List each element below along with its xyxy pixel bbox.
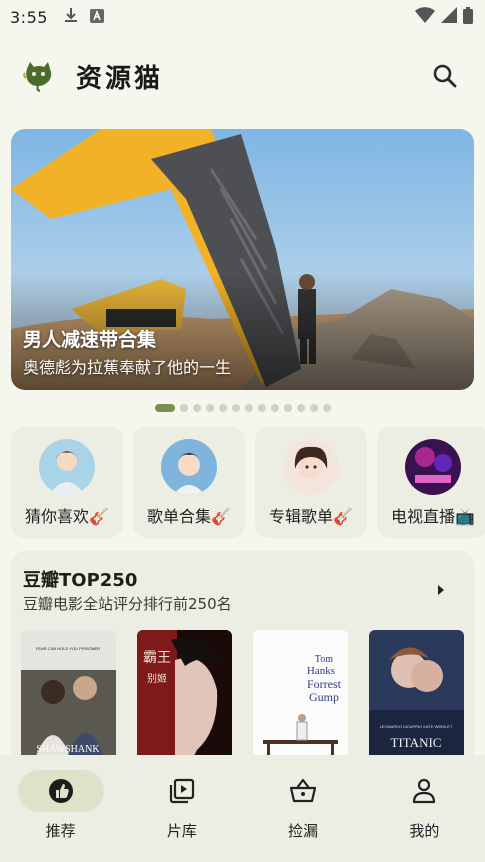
- poster-row: FEAR CAN HOLD YOU PRISONER SHAWSHANK RED…: [21, 630, 464, 770]
- status-time: 3:55: [10, 7, 48, 27]
- category-label: 歌单合集🎸: [147, 507, 231, 526]
- section-title: 豆瓣TOP250: [23, 570, 138, 591]
- category-label: 猜你喜欢🎸: [25, 507, 109, 526]
- nav-pill: [381, 770, 467, 812]
- douban-top250-section: 豆瓣TOP250 豆瓣电影全站评分排行前250名 FEAR CAN HOLD Y…: [11, 551, 474, 781]
- nav-label: 捡漏: [288, 822, 319, 840]
- nav-pill: [260, 770, 346, 812]
- nav-recommend[interactable]: 推荐: [0, 755, 121, 862]
- poster-subtitle: Gump: [309, 690, 339, 704]
- poster-title: SHAWSHANK: [36, 744, 100, 755]
- carousel-indicator: [0, 404, 485, 412]
- category-album-playlists[interactable]: 专辑歌单🎸: [255, 426, 367, 538]
- battery-icon: [463, 6, 473, 28]
- carousel-dot[interactable]: [309, 404, 318, 412]
- banner-subtitle: 奥德彪为拉蕉奉献了他的一生: [23, 358, 232, 377]
- app-header: 资源猫: [0, 50, 485, 102]
- nav-pill: [139, 770, 225, 812]
- avatar: [161, 439, 217, 495]
- carousel-dot[interactable]: [192, 404, 201, 412]
- basket-icon: [290, 778, 317, 803]
- poster-title: Forrest: [307, 677, 342, 691]
- download-icon: [64, 7, 78, 27]
- carousel-dot[interactable]: [218, 404, 227, 412]
- poster-actors: LEONARDO DiCAPRIO KATE WINSLET: [380, 724, 453, 729]
- poster-title: 霸王: [143, 650, 171, 666]
- search-button[interactable]: [427, 58, 463, 94]
- carousel-dot[interactable]: [257, 404, 266, 412]
- nav-pill: [17, 770, 104, 812]
- section-more-button[interactable]: [436, 581, 446, 600]
- nav-label: 片库: [166, 822, 197, 840]
- nav-label: 推荐: [45, 822, 76, 840]
- category-label: 专辑歌单🎸: [269, 507, 353, 526]
- nav-bargains[interactable]: 捡漏: [243, 755, 364, 862]
- category-guess-you-like[interactable]: 猜你喜欢🎸: [11, 426, 123, 538]
- poster-actor-last: Hanks: [307, 665, 335, 677]
- wifi-icon: [415, 7, 435, 27]
- person-icon: [413, 778, 436, 804]
- nav-library[interactable]: 片库: [121, 755, 242, 862]
- poster-tagline: FEAR CAN HOLD YOU PRISONER: [36, 646, 100, 651]
- poster-farewell-my-concubine[interactable]: 霸王 别姬: [137, 630, 232, 770]
- category-playlists[interactable]: 歌单合集🎸: [133, 426, 245, 538]
- banner-title: 男人减速带合集: [23, 329, 157, 351]
- font-icon: [89, 8, 104, 27]
- carousel-dot[interactable]: [205, 404, 214, 412]
- poster-subtitle: 别姬: [147, 672, 167, 685]
- carousel-dot-active[interactable]: [154, 404, 175, 412]
- carousel-dot[interactable]: [296, 404, 305, 412]
- nav-label: 我的: [409, 822, 440, 840]
- avatar: [283, 439, 339, 495]
- banner-carousel[interactable]: 男人减速带合集 奥德彪为拉蕉奉献了他的一生: [11, 129, 474, 390]
- avatar: [405, 439, 461, 495]
- video-library-icon: [169, 778, 194, 804]
- arrow-right-icon: [438, 585, 444, 595]
- carousel-dot[interactable]: [270, 404, 279, 412]
- cat-logo-icon: [22, 59, 56, 93]
- thumb-up-icon: [48, 779, 73, 803]
- signal-icon: [441, 7, 457, 27]
- category-tv-live[interactable]: 电视直播📺: [377, 426, 485, 538]
- poster-shawshank[interactable]: FEAR CAN HOLD YOU PRISONER SHAWSHANK RED…: [21, 630, 116, 770]
- poster-forrest-gump[interactable]: Tom Hanks Forrest Gump: [253, 630, 348, 770]
- carousel-dot[interactable]: [231, 404, 240, 412]
- poster-titanic[interactable]: LEONARDO DiCAPRIO KATE WINSLET TITANIC: [369, 630, 464, 770]
- search-icon: [433, 64, 457, 88]
- category-label: 电视直播📺: [391, 507, 475, 526]
- carousel-dot[interactable]: [179, 404, 188, 412]
- nav-mine[interactable]: 我的: [364, 755, 485, 862]
- carousel-dot[interactable]: [244, 404, 253, 412]
- carousel-dot[interactable]: [322, 404, 331, 412]
- carousel-dot[interactable]: [283, 404, 292, 412]
- app-title: 资源猫: [76, 63, 164, 94]
- status-bar: 3:55: [0, 0, 485, 34]
- poster-title: TITANIC: [391, 735, 442, 750]
- section-subtitle: 豆瓣电影全站评分排行前250名: [23, 595, 232, 613]
- poster-actor-first: Tom: [315, 654, 333, 665]
- category-row: 猜你喜欢🎸 歌单合集🎸 专辑歌单🎸 电视直播📺: [11, 426, 485, 538]
- avatar: [39, 439, 95, 495]
- bottom-nav: 推荐 片库 捡漏 我的: [0, 755, 485, 862]
